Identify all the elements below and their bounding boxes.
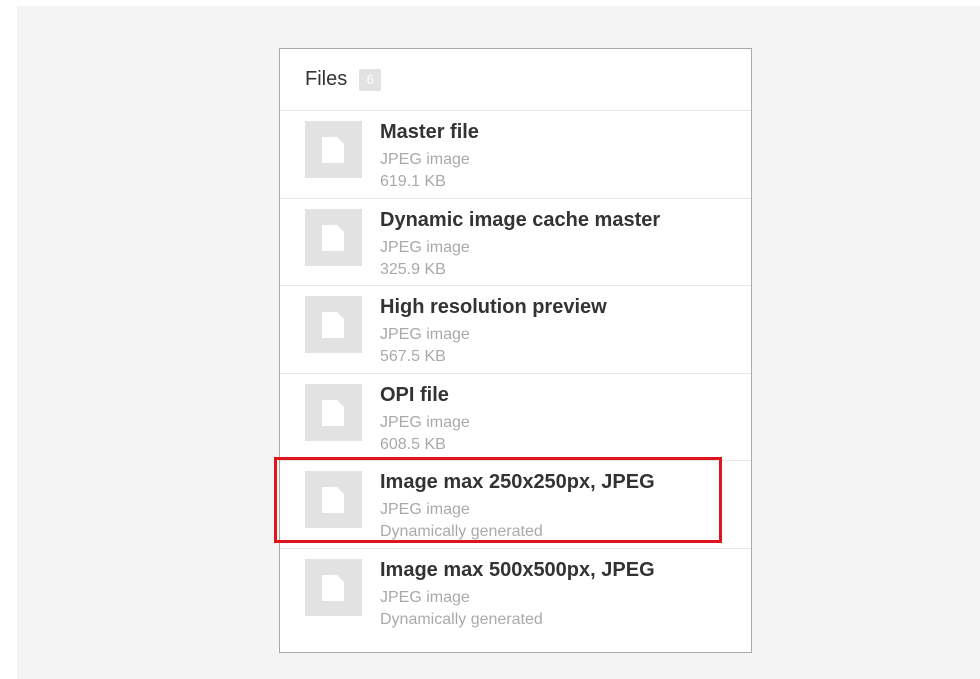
files-panel: Files 6 Master file JPEG image 619.1 KB … bbox=[279, 48, 752, 653]
file-icon bbox=[322, 399, 344, 426]
panel-title: Files bbox=[305, 68, 348, 90]
file-generation-note: Dynamically generated bbox=[380, 610, 543, 628]
file-generation-note: Dynamically generated bbox=[380, 523, 543, 540]
file-icon bbox=[322, 224, 344, 251]
file-item-dynamic-image-cache-master[interactable]: Dynamic image cache master JPEG image 32… bbox=[280, 199, 751, 286]
file-name[interactable]: Master file bbox=[380, 121, 479, 144]
file-name[interactable]: Image max 250x250px, JPEG bbox=[380, 471, 655, 494]
file-item-high-resolution-preview[interactable]: High resolution preview JPEG image 567.5… bbox=[280, 286, 751, 374]
files-panel-header: Files 6 bbox=[280, 49, 751, 111]
file-count-badge: 6 bbox=[359, 68, 382, 91]
file-thumbnail bbox=[305, 558, 362, 616]
file-thumbnail bbox=[305, 121, 362, 178]
file-type: JPEG image bbox=[380, 238, 470, 256]
file-icon bbox=[322, 137, 344, 163]
file-item-image-max-250[interactable]: Image max 250x250px, JPEG JPEG image Dyn… bbox=[280, 461, 751, 549]
file-name[interactable]: Image max 500x500px, JPEG bbox=[380, 559, 655, 582]
file-type: JPEG image bbox=[380, 326, 470, 343]
file-thumbnail bbox=[305, 296, 362, 353]
file-item-opi-file[interactable]: OPI file JPEG image 608.5 KB bbox=[280, 374, 751, 461]
file-type: JPEG image bbox=[380, 501, 470, 518]
file-size: 325.9 KB bbox=[380, 260, 446, 278]
file-name[interactable]: OPI file bbox=[380, 384, 449, 407]
file-icon bbox=[322, 312, 344, 338]
file-type: JPEG image bbox=[380, 588, 470, 606]
file-type: JPEG image bbox=[380, 151, 470, 168]
file-name[interactable]: Dynamic image cache master bbox=[380, 209, 660, 232]
file-size: 608.5 KB bbox=[380, 435, 446, 453]
file-icon bbox=[322, 574, 344, 601]
file-thumbnail bbox=[305, 208, 362, 266]
file-item-image-max-500[interactable]: Image max 500x500px, JPEG JPEG image Dyn… bbox=[280, 549, 751, 637]
file-size: 567.5 KB bbox=[380, 348, 446, 365]
file-thumbnail bbox=[305, 383, 362, 441]
file-thumbnail bbox=[305, 471, 362, 528]
file-type: JPEG image bbox=[380, 413, 470, 431]
file-size: 619.1 KB bbox=[380, 173, 446, 190]
file-icon bbox=[322, 487, 344, 513]
file-list: Master file JPEG image 619.1 KB Dynamic … bbox=[280, 111, 751, 636]
file-name[interactable]: High resolution preview bbox=[380, 296, 607, 319]
page-background: Files 6 Master file JPEG image 619.1 KB … bbox=[17, 6, 980, 679]
file-item-master-file[interactable]: Master file JPEG image 619.1 KB bbox=[280, 111, 751, 199]
